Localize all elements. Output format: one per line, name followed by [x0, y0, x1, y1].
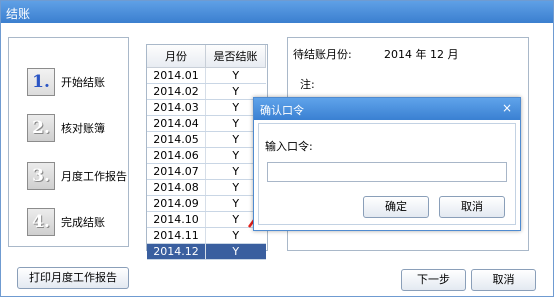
pending-month-value: 2014 年 12 月	[384, 48, 459, 61]
month-cell[interactable]: 2014.03	[147, 99, 206, 116]
month-cell[interactable]: 2014.12	[147, 243, 206, 260]
column-header-month[interactable]: 月份	[147, 45, 206, 68]
month-cell[interactable]: 2014.06	[147, 147, 206, 164]
table-row[interactable]: 2014.03 Y	[147, 99, 266, 116]
step-label-report: 月度工作报告	[61, 170, 127, 183]
month-cell[interactable]: 2014.08	[147, 179, 206, 196]
print-report-button[interactable]: 打印月度工作报告	[17, 267, 129, 289]
password-dialog: 确认口令 × 输入口令: 确定 取消	[253, 97, 521, 231]
password-prompt-label: 输入口令:	[265, 140, 313, 153]
note-label: 注:	[300, 78, 315, 91]
column-header-closed[interactable]: 是否结账	[205, 45, 266, 68]
month-cell[interactable]: 2014.05	[147, 131, 206, 148]
month-cell[interactable]: 2014.02	[147, 83, 206, 100]
dialog-ok-button[interactable]: 确定	[363, 196, 429, 218]
step-3-icon: 3.	[27, 162, 55, 190]
table-row[interactable]: 2014.04 Y	[147, 115, 266, 132]
steps-panel: 1. 开始结账 2. 核对账簿 3. 月度工作报告 4. 完成结账	[8, 37, 129, 247]
month-cell[interactable]: 2014.11	[147, 227, 206, 244]
step-label-finish: 完成结账	[61, 216, 105, 229]
step-4-icon: 4.	[27, 208, 55, 236]
next-button[interactable]: 下一步	[401, 269, 466, 291]
step-1-icon: 1.	[27, 68, 55, 96]
dialog-titlebar: 确认口令 ×	[254, 98, 520, 120]
closed-cell[interactable]: Y	[205, 67, 266, 84]
closed-cell[interactable]: Y	[205, 243, 266, 260]
table-row[interactable]: 2014.05 Y	[147, 131, 266, 148]
step-label-start: 开始结账	[61, 76, 105, 89]
month-cell[interactable]: 2014.04	[147, 115, 206, 132]
month-cell[interactable]: 2014.07	[147, 163, 206, 180]
window-title: 结账	[6, 7, 31, 21]
pending-month-label: 待结账月份:	[293, 48, 352, 61]
close-icon[interactable]: ×	[502, 101, 512, 115]
step-2-icon: 2.	[27, 114, 55, 142]
month-cell[interactable]: 2014.01	[147, 67, 206, 84]
window-titlebar: 结账	[1, 1, 553, 23]
close-account-window: 结账 1. 开始结账 2. 核对账簿 3. 月度工作报告 4. 完成结账 月份 …	[0, 0, 554, 297]
table-row[interactable]: 2014.12 Y	[147, 243, 266, 260]
dialog-cancel-button[interactable]: 取消	[439, 196, 505, 218]
step-label-check: 核对账簿	[61, 122, 105, 135]
cancel-button[interactable]: 取消	[471, 269, 536, 291]
table-row[interactable]: 2014.02 Y	[147, 83, 266, 100]
month-cell[interactable]: 2014.10	[147, 211, 206, 228]
dialog-title: 确认口令	[260, 104, 304, 117]
dialog-body: 输入口令: 确定 取消	[258, 123, 516, 225]
password-input[interactable]	[267, 162, 507, 182]
month-cell[interactable]: 2014.09	[147, 195, 206, 212]
table-row[interactable]: 2014.01 Y	[147, 67, 266, 84]
